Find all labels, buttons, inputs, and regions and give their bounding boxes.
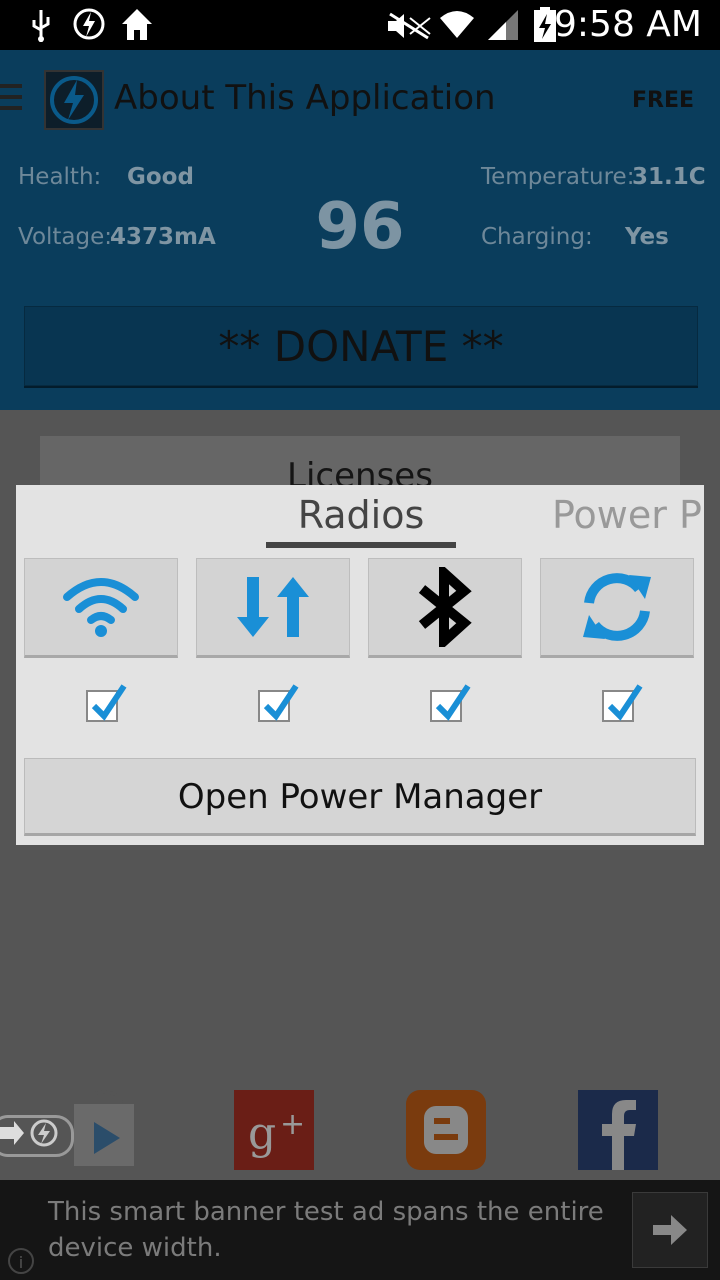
sync-icon (583, 573, 651, 641)
home-icon (122, 9, 152, 40)
donate-button[interactable]: ** DONATE ** (24, 306, 698, 386)
mobile-data-checkbox[interactable] (258, 684, 299, 722)
wifi-toggle-button[interactable] (24, 558, 178, 658)
bluetooth-toggle-button[interactable] (368, 558, 522, 658)
radios-dialog: Radios Power Pl Open Power Manager (16, 485, 704, 845)
open-power-manager-button[interactable]: Open Power Manager (24, 758, 696, 836)
widget-toggle[interactable] (0, 1115, 74, 1157)
wifi-icon (63, 578, 139, 637)
charging-label: Charging: (481, 224, 593, 250)
page-title: About This Application (114, 78, 496, 118)
arrow-right-icon (653, 1215, 687, 1245)
charging-value: Yes (625, 224, 669, 250)
tab-power-plans[interactable]: Power Pl (552, 493, 704, 537)
battery-saver-icon (73, 8, 105, 40)
facebook-icon (578, 1090, 658, 1170)
checkmark-icon (435, 684, 471, 721)
lightning-icon (50, 76, 98, 124)
health-value: Good (127, 164, 194, 190)
app-logo (44, 70, 104, 130)
google-plus-icon: g + (234, 1090, 314, 1170)
menu-icon[interactable] (0, 84, 22, 117)
facebook-button[interactable] (578, 1090, 658, 1170)
arrow-lightning-icon (0, 1119, 58, 1147)
usb-icon (32, 10, 50, 42)
wifi-checkbox[interactable] (86, 684, 127, 722)
play-store-icon (74, 1090, 134, 1166)
sync-toggle-button[interactable] (540, 558, 694, 658)
signal-icon (488, 10, 518, 40)
svg-text:g: g (248, 1108, 276, 1159)
tab-radios[interactable]: Radios (266, 493, 456, 537)
google-plus-button[interactable]: g + (234, 1090, 314, 1170)
wifi-status-icon (440, 11, 474, 38)
free-badge: FREE (631, 88, 694, 113)
tab-indicator (266, 542, 456, 548)
voltage-value: 4373mA (110, 224, 216, 250)
svg-text:+: + (280, 1107, 305, 1142)
ad-banner[interactable]: This smart banner test ad spans the enti… (0, 1180, 720, 1280)
temperature-value: 31.1C (632, 164, 706, 190)
mobile-data-toggle-button[interactable] (196, 558, 350, 658)
health-label: Health: (18, 164, 102, 190)
battery-level: 96 (315, 190, 405, 264)
sync-checkbox[interactable] (602, 684, 643, 722)
voltage-label: Voltage: (18, 224, 113, 250)
clock: 9:58 AM (554, 4, 702, 45)
checkmark-icon (91, 684, 127, 721)
checkmark-icon (607, 684, 643, 721)
ad-arrow-button[interactable] (632, 1192, 708, 1268)
temperature-label: Temperature: (481, 164, 635, 190)
mobile-data-icon (237, 577, 309, 637)
blogger-button[interactable] (406, 1090, 486, 1170)
blogger-icon (406, 1090, 486, 1170)
play-store-button[interactable] (64, 1090, 144, 1170)
checkmark-icon (263, 684, 299, 721)
bluetooth-checkbox[interactable] (430, 684, 471, 722)
ad-text: This smart banner test ad spans the enti… (48, 1197, 604, 1263)
mute-icon (388, 12, 431, 40)
status-bar: 9:58 AM (0, 0, 720, 50)
bluetooth-icon (418, 567, 472, 647)
info-icon[interactable]: i (8, 1248, 34, 1274)
